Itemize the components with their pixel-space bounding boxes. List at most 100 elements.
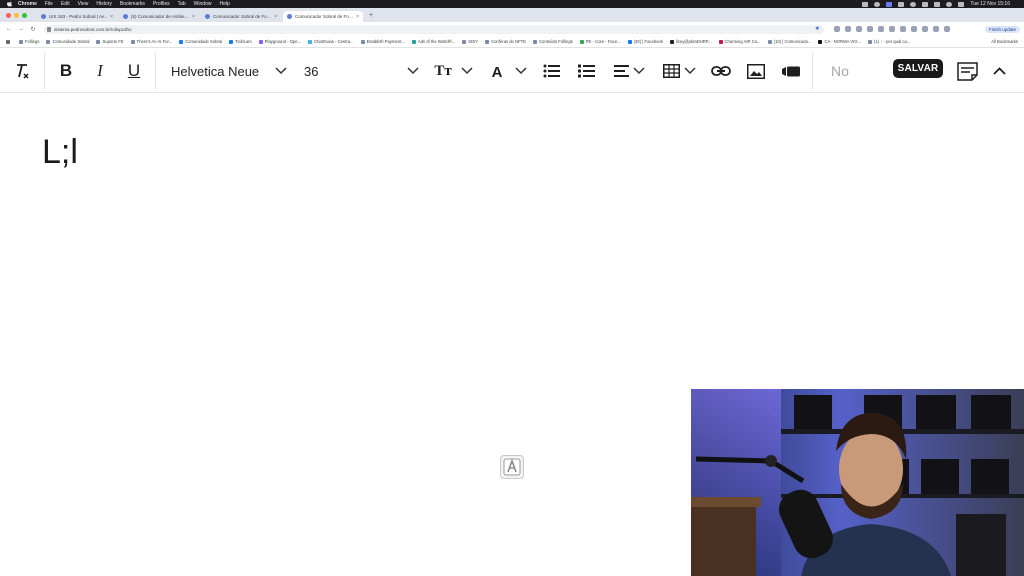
extension-icon[interactable]: [922, 26, 928, 32]
status-icon[interactable]: [910, 1, 917, 7]
bookmark-item[interactable]: Establish Payment...: [360, 39, 405, 44]
bookmark-item[interactable]: ChatGuias - Centra...: [308, 39, 354, 44]
battery-icon[interactable]: [934, 1, 941, 7]
extension-icon[interactable]: [944, 26, 950, 32]
collapse-toolbar-button[interactable]: [990, 49, 1008, 93]
bullet-list-icon: [543, 64, 560, 78]
underline-button[interactable]: U: [124, 49, 144, 93]
menu-tab[interactable]: Tab: [178, 0, 186, 8]
chevron-down-icon[interactable]: [632, 49, 646, 93]
extension-icon[interactable]: [856, 26, 862, 32]
font-color-icon[interactable]: A: [488, 49, 506, 93]
save-button[interactable]: SALVAR: [893, 59, 943, 78]
finish-update-button[interactable]: Finish update: [984, 25, 1020, 33]
chevron-down-icon[interactable]: [514, 49, 528, 93]
menubar-clock[interactable]: Tue 12 Nov 15:16: [970, 0, 1010, 8]
chevron-down-icon[interactable]: [683, 49, 697, 93]
table-button[interactable]: [661, 49, 681, 93]
tab-close-icon[interactable]: ×: [192, 14, 195, 20]
chevron-down-icon[interactable]: [460, 49, 474, 93]
tab-close-icon[interactable]: ×: [356, 14, 359, 20]
bookmark-item[interactable]: CA - NORMA VIG...: [818, 39, 861, 44]
bookmark-star-icon[interactable]: ★: [815, 25, 820, 34]
back-icon[interactable]: ←: [6, 26, 12, 32]
extension-icon[interactable]: [867, 26, 873, 32]
url-input[interactable]: sistema.pedrosobral.com.br/rollupcdho ★: [44, 24, 824, 34]
bookmark-item[interactable]: (30) | Facebook: [627, 39, 663, 44]
menu-help[interactable]: Help: [219, 0, 229, 8]
document-text[interactable]: L;l: [42, 132, 78, 172]
all-bookmarks-button[interactable]: All Bookmarks: [987, 36, 1018, 47]
font-size-select[interactable]: 36: [304, 49, 404, 93]
menu-window[interactable]: Window: [194, 0, 212, 8]
bookmark-item[interactable]: There's An AI For...: [130, 39, 172, 44]
clear-formatting-button[interactable]: [10, 49, 34, 93]
status-icon[interactable]: [898, 1, 905, 7]
bookmark-item[interactable]: Ads of the World®...: [411, 39, 455, 44]
chevron-down-icon[interactable]: [406, 49, 420, 93]
extension-icon[interactable]: [845, 26, 851, 32]
bookmark-item[interactable]: (10) | Comunicado...: [767, 39, 811, 44]
status-icon[interactable]: [886, 1, 893, 7]
extension-icon[interactable]: [933, 26, 939, 32]
apple-icon[interactable]: [6, 1, 12, 7]
extension-icon[interactable]: [900, 26, 906, 32]
zoom-window-button[interactable]: [22, 12, 27, 18]
browser-tab-active[interactable]: Comunicador Sobral de Follo... ×: [283, 11, 363, 22]
bullet-list-button[interactable]: [541, 49, 561, 93]
extension-icon[interactable]: [834, 26, 840, 32]
bookmark-item[interactable]: Conteúdo Follings: [532, 39, 573, 44]
menu-view[interactable]: View: [78, 0, 89, 8]
chevron-down-icon[interactable]: [274, 49, 288, 93]
numbered-list-button[interactable]: [576, 49, 596, 93]
align-button[interactable]: [612, 49, 630, 93]
bookmark-item[interactable]: Tickit.am: [229, 39, 252, 44]
extension-icon[interactable]: [878, 26, 884, 32]
control-center-icon[interactable]: [958, 1, 965, 7]
video-button[interactable]: [780, 49, 802, 93]
menu-bookmarks[interactable]: Bookmarks: [120, 0, 145, 8]
link-button[interactable]: [710, 49, 732, 93]
grammar-assistant-icon[interactable]: [500, 455, 524, 479]
bookmark-item[interactable]: Playground - Ope...: [258, 39, 301, 44]
browser-tab[interactable]: (5) Comunicador de Ambiente... ×: [119, 11, 199, 22]
bookmark-item[interactable]: Charming AIR Co...: [718, 39, 761, 44]
text-size-icon[interactable]: Tт: [432, 49, 454, 93]
menu-profiles[interactable]: Profiles: [153, 0, 170, 8]
bookmark-item[interactable]: SDIY: [462, 39, 478, 44]
bookmark-item[interactable]: Suporte FE: [96, 39, 124, 44]
status-icon[interactable]: [922, 1, 929, 7]
status-icon[interactable]: [874, 1, 881, 7]
bold-button[interactable]: B: [56, 49, 76, 93]
menu-history[interactable]: History: [96, 0, 112, 8]
extension-icon[interactable]: [889, 26, 895, 32]
address-bar: ← → ↻ sistema.pedrosobral.com.br/rollupc…: [0, 22, 1024, 36]
image-button[interactable]: [745, 49, 767, 93]
italic-button[interactable]: I: [90, 49, 110, 93]
extension-icon[interactable]: [911, 26, 917, 32]
forward-icon[interactable]: →: [18, 26, 24, 32]
status-icon[interactable]: [862, 1, 869, 7]
browser-tab[interactable]: Comunicador Sobral de Follow... ×: [201, 11, 281, 22]
browser-tab[interactable]: UIX 183 - Pedro Sobral | Av... ×: [37, 11, 117, 22]
tab-close-icon[interactable]: ×: [274, 14, 277, 20]
bookmark-item[interactable]: PE - Core - Face...: [579, 39, 621, 44]
notes-button[interactable]: [955, 49, 979, 93]
wifi-icon[interactable]: [946, 1, 953, 7]
menu-file[interactable]: File: [45, 0, 53, 8]
bookmark-item[interactable]: (1) ↑ - por qual ca...: [868, 39, 910, 44]
minimize-window-button[interactable]: [14, 12, 19, 18]
bookmark-item[interactable]: Comunidade Sobral: [46, 39, 89, 44]
bookmark-item[interactable]: lizey@pkraDHRP...: [669, 39, 712, 44]
bookmark-item[interactable]: Conferas do NFTE: [485, 39, 526, 44]
tab-close-icon[interactable]: ×: [110, 14, 113, 20]
lock-icon[interactable]: [47, 26, 51, 32]
menu-app-name[interactable]: Chrome: [18, 0, 37, 8]
new-tab-icon[interactable]: +: [369, 12, 373, 19]
apps-grid-icon[interactable]: [6, 39, 12, 44]
close-window-button[interactable]: [6, 12, 11, 18]
menu-edit[interactable]: Edit: [61, 0, 70, 8]
bookmark-item[interactable]: Comunidade Sobral: [179, 39, 222, 44]
bookmark-item[interactable]: Follings: [19, 39, 39, 44]
reload-icon[interactable]: ↻: [30, 26, 36, 33]
